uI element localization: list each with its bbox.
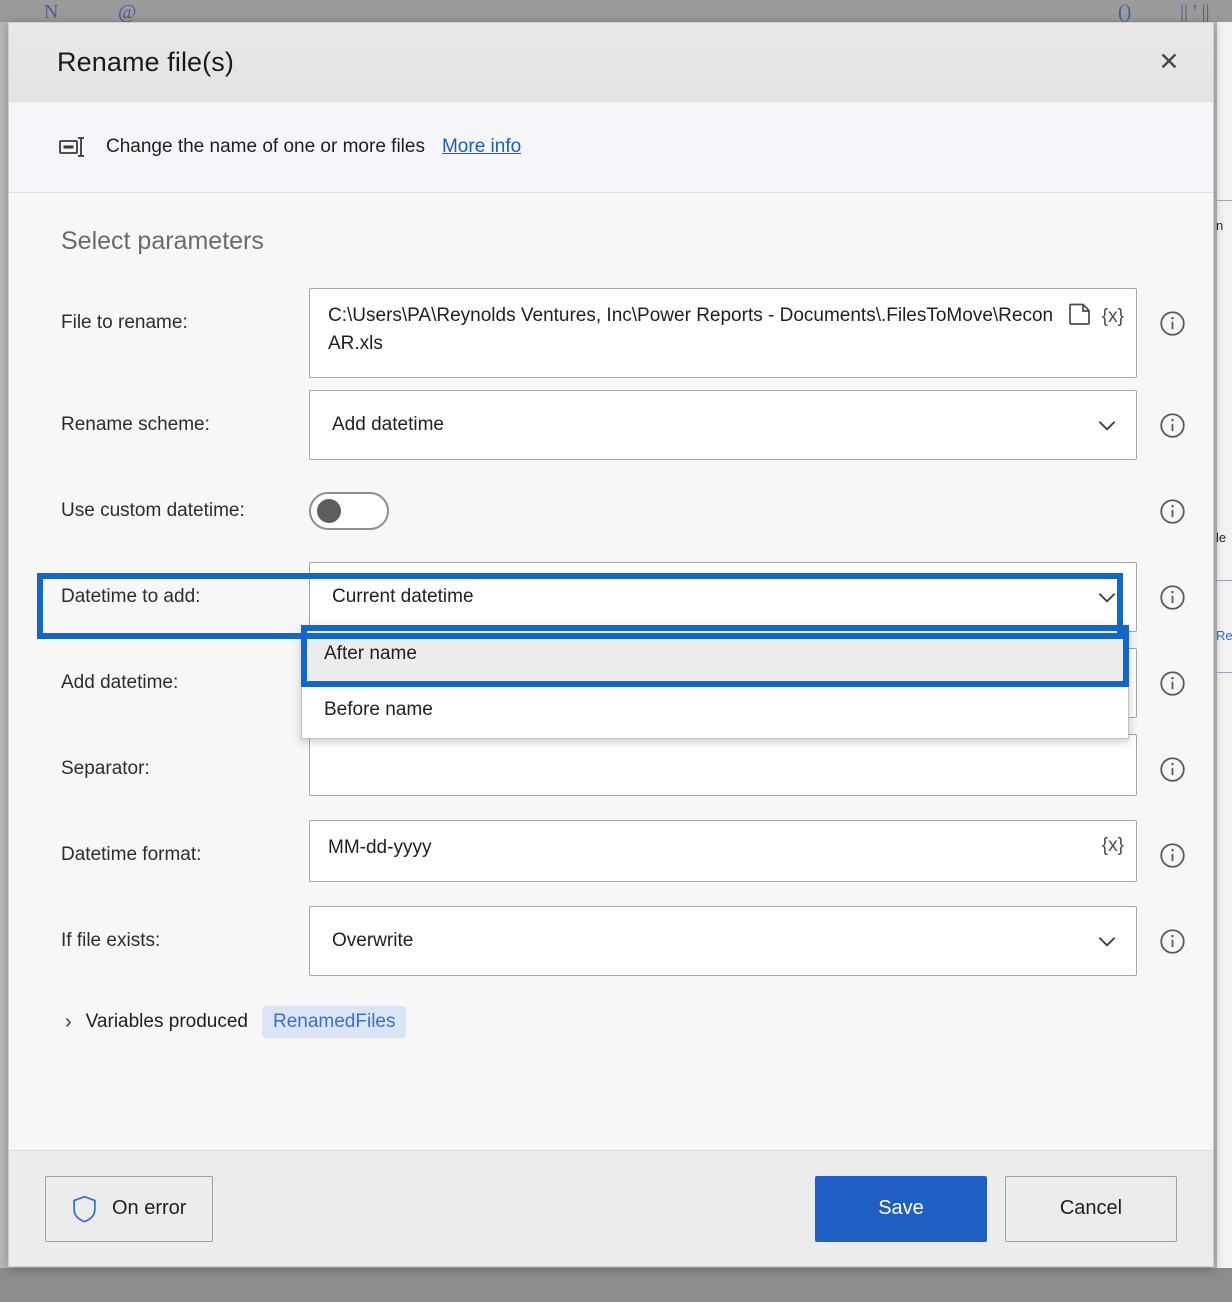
label-separator: Separator: xyxy=(61,758,150,779)
background-glyph: @ xyxy=(118,1,137,23)
file-to-rename-input[interactable]: C:\Users\PA\Reynolds Ventures, Inc\Power… xyxy=(309,288,1137,378)
info-icon-datetime-format[interactable] xyxy=(1159,820,1186,869)
background-bottom-strip xyxy=(0,1268,1232,1302)
rename-tag-icon xyxy=(59,136,89,158)
dialog-titlebar: Rename file(s) ✕ xyxy=(9,23,1213,101)
use-custom-datetime-toggle[interactable] xyxy=(309,492,389,530)
label-if-file-exists: If file exists: xyxy=(61,930,161,951)
label-datetime-format: Datetime format: xyxy=(61,844,202,865)
background-toolbar-strip xyxy=(0,0,1232,22)
background-divider xyxy=(1216,672,1232,673)
section-title: Select parameters xyxy=(61,227,264,255)
variables-produced-row[interactable]: › Variables produced RenamedFiles xyxy=(65,1006,1213,1038)
background-divider xyxy=(1216,580,1232,581)
form-row-rename-scheme: Rename scheme: Add datetime xyxy=(9,390,1213,464)
rename-scheme-value: Add datetime xyxy=(332,414,444,435)
background-divider xyxy=(1216,200,1232,201)
shield-icon xyxy=(72,1195,97,1223)
separator-input[interactable] xyxy=(309,734,1137,796)
chevron-right-icon[interactable]: › xyxy=(65,1012,72,1032)
datetime-to-add-select[interactable]: Current datetime xyxy=(309,562,1137,632)
if-file-exists-select[interactable]: Overwrite xyxy=(309,906,1137,976)
background-glyph: || ' || xyxy=(1180,1,1210,23)
background-side-label: le xyxy=(1216,530,1227,545)
file-to-rename-value: C:\Users\PA\Reynolds Ventures, Inc\Power… xyxy=(328,305,1054,354)
cancel-button[interactable]: Cancel xyxy=(1005,1175,1177,1242)
background-glyph: N xyxy=(44,1,59,23)
toggle-knob xyxy=(317,499,341,523)
background-glyph: () xyxy=(1118,1,1132,23)
background-right-panel xyxy=(1216,22,1232,1272)
info-icon-if-file-exists[interactable] xyxy=(1159,906,1186,955)
on-error-button[interactable]: On error xyxy=(45,1175,214,1242)
chevron-down-icon xyxy=(1094,584,1120,610)
variable-picker-icon[interactable]: {x} xyxy=(1102,835,1124,857)
label-use-custom-datetime: Use custom datetime: xyxy=(61,500,245,521)
rename-scheme-select[interactable]: Add datetime xyxy=(309,390,1137,460)
form-row-separator: Separator: xyxy=(9,734,1213,808)
label-file-to-rename: File to rename: xyxy=(61,312,188,333)
close-icon[interactable]: ✕ xyxy=(1145,38,1193,86)
chevron-down-icon xyxy=(1094,928,1120,954)
variable-badge-renamedfiles[interactable]: RenamedFiles xyxy=(261,1006,407,1038)
form-row-if-file-exists: If file exists: Overwrite xyxy=(9,906,1213,980)
variable-picker-icon[interactable]: {x} xyxy=(1102,306,1124,328)
dialog-title: Rename file(s) xyxy=(57,46,234,77)
save-button[interactable]: Save xyxy=(815,1175,987,1242)
background-side-label: n xyxy=(1216,218,1224,233)
dropdown-option-before-name[interactable]: Before name xyxy=(302,682,1128,738)
form-row-file-to-rename: File to rename: C:\Users\PA\Reynolds Ven… xyxy=(9,288,1213,378)
label-add-datetime: Add datetime: xyxy=(61,672,179,693)
chevron-down-icon xyxy=(1094,412,1120,438)
info-icon-rename-scheme[interactable] xyxy=(1159,390,1186,439)
dialog-footer: On error Save Cancel xyxy=(9,1150,1213,1266)
form-row-use-custom-datetime: Use custom datetime: xyxy=(9,476,1213,550)
variables-produced-label: Variables produced xyxy=(85,1011,248,1032)
dropdown-option-after-name[interactable]: After name xyxy=(302,626,1128,682)
form-row-datetime-format: Datetime format: MM-dd-yyyy {x} xyxy=(9,820,1213,894)
rename-files-dialog: Rename file(s) ✕ Change the name of one … xyxy=(8,22,1214,1267)
datetime-format-input[interactable]: MM-dd-yyyy {x} xyxy=(309,820,1137,882)
more-info-link[interactable]: More info xyxy=(442,136,521,158)
info-icon-datetime-to-add[interactable] xyxy=(1159,562,1186,611)
info-icon-add-datetime[interactable] xyxy=(1159,648,1186,697)
dialog-description-bar: Change the name of one or more files Mor… xyxy=(9,101,1213,193)
datetime-to-add-value: Current datetime xyxy=(332,586,474,607)
add-datetime-dropdown-list[interactable]: After name Before name xyxy=(301,625,1129,739)
dialog-body: Select parameters File to rename: C:\Use… xyxy=(9,193,1213,1150)
dialog-description-text: Change the name of one or more files xyxy=(106,136,425,157)
label-rename-scheme: Rename scheme: xyxy=(61,414,210,435)
label-datetime-to-add: Datetime to add: xyxy=(61,586,201,607)
info-icon-use-custom-datetime[interactable] xyxy=(1159,476,1186,525)
background-side-label: Re xyxy=(1216,628,1232,643)
datetime-format-value: MM-dd-yyyy xyxy=(328,837,432,858)
on-error-label: On error xyxy=(112,1197,187,1219)
info-icon-file-to-rename[interactable] xyxy=(1159,288,1186,337)
if-file-exists-value: Overwrite xyxy=(332,930,414,951)
info-icon-separator[interactable] xyxy=(1159,734,1186,783)
file-picker-icon[interactable] xyxy=(1068,303,1092,330)
